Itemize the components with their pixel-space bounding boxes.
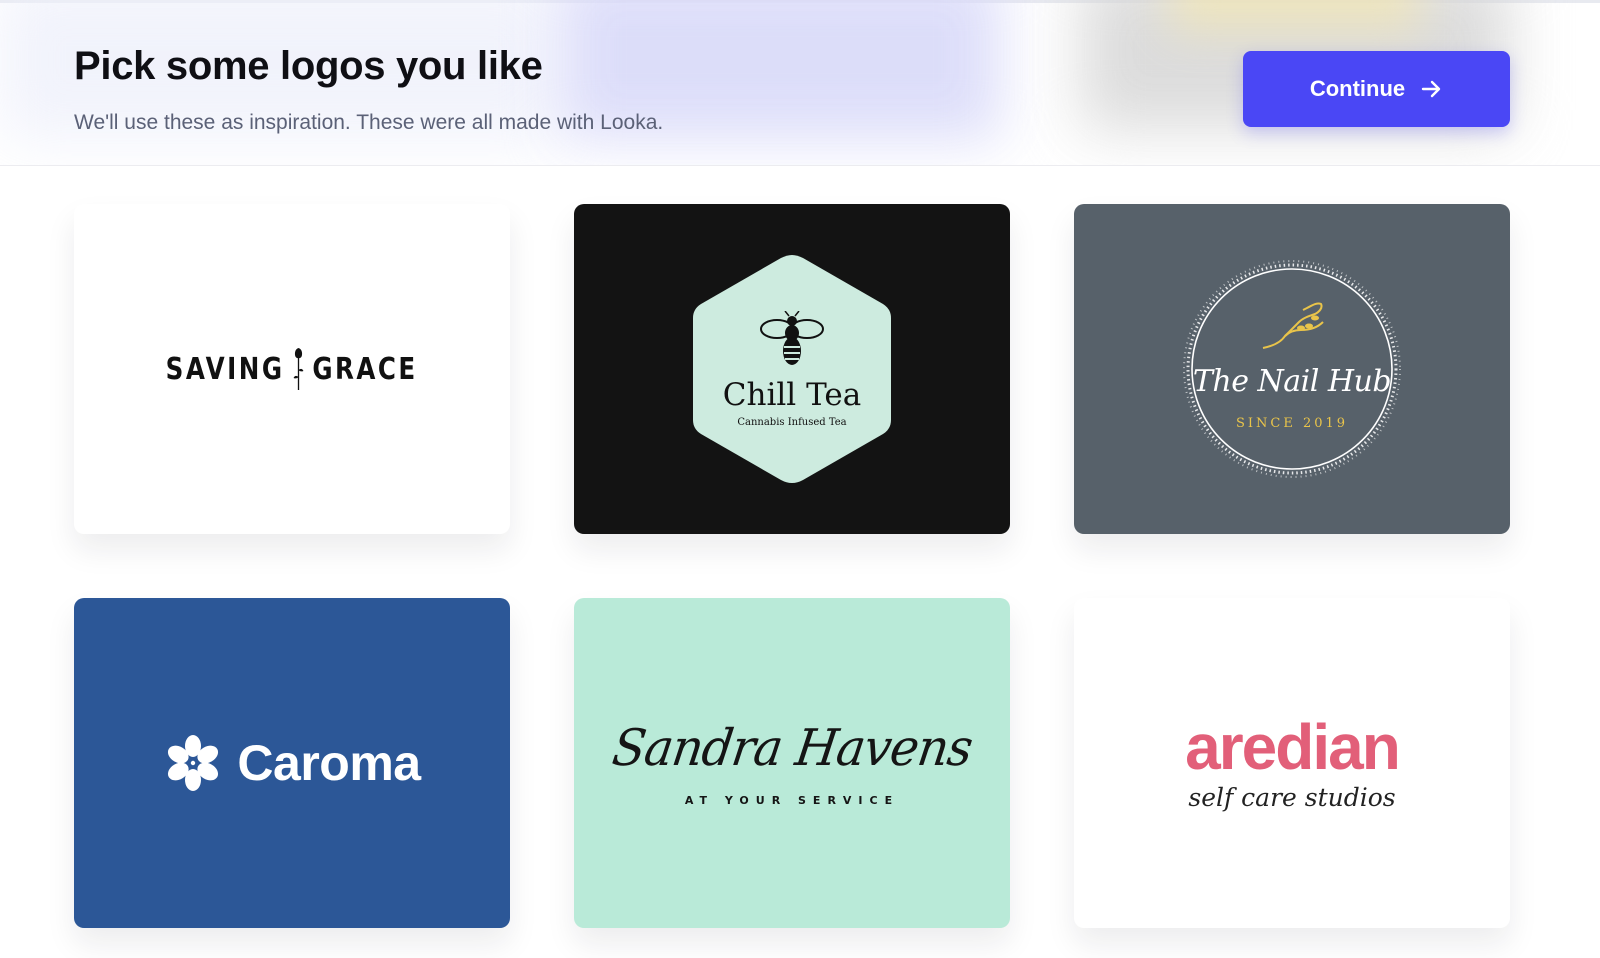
logo-tagline: self care studios xyxy=(1188,782,1396,812)
rose-icon xyxy=(293,348,304,390)
logo-tagline: AT YOUR SERVICE xyxy=(684,793,900,807)
hexagon-badge xyxy=(693,255,891,483)
page-title: Pick some logos you like xyxy=(74,44,543,88)
logo-card-nail-hub[interactable]: The Nail Hub SINCE 2019 xyxy=(1074,204,1510,534)
continue-button[interactable]: Continue xyxy=(1243,51,1510,127)
logo-card-sandra-havens[interactable]: Sandra Havens AT YOUR SERVICE xyxy=(574,598,1010,928)
logo-tagline: Cannabis Infused Tea xyxy=(737,417,847,428)
logo-saving-grace: SAVING GRACE xyxy=(166,346,418,392)
arrow-right-icon xyxy=(1421,80,1441,98)
logo-text-grace: GRACE xyxy=(312,351,419,387)
flower-icon xyxy=(168,735,219,791)
logo-tagline: SINCE 2019 xyxy=(1235,416,1349,431)
logo-sandra-havens: Sandra Havens AT YOUR SERVICE xyxy=(609,718,976,807)
logo-name: Caroma xyxy=(237,735,421,791)
logo-nail-hub: The Nail Hub SINCE 2019 xyxy=(1181,258,1403,480)
logo-text-saving: SAVING xyxy=(165,351,285,387)
hand-icon xyxy=(1262,302,1324,349)
bee-icon xyxy=(760,311,824,365)
logo-card-caroma[interactable]: Caroma xyxy=(74,598,510,928)
logo-name: Sandra Havens xyxy=(608,718,976,777)
logo-card-aredian[interactable]: aredian self care studios xyxy=(1074,598,1510,928)
logo-aredian: aredian self care studios xyxy=(1185,710,1401,812)
logo-caroma: Caroma xyxy=(163,733,421,793)
logo-chill-tea: Chill Tea Cannabis Infused Tea xyxy=(687,251,897,487)
page-header: Pick some logos you like We'll use these… xyxy=(0,0,1600,166)
logo-card-chill-tea[interactable]: Chill Tea Cannabis Infused Tea xyxy=(574,204,1010,534)
header-blur-decoration xyxy=(1170,0,1420,30)
logo-name: Chill Tea xyxy=(722,377,862,413)
logo-name: The Nail Hub xyxy=(1192,364,1392,399)
logo-card-saving-grace[interactable]: SAVING GRACE xyxy=(74,204,510,534)
page-subtitle: We'll use these as inspiration. These we… xyxy=(74,111,664,134)
logo-name: aredian xyxy=(1185,710,1401,783)
continue-button-label: Continue xyxy=(1309,76,1406,101)
